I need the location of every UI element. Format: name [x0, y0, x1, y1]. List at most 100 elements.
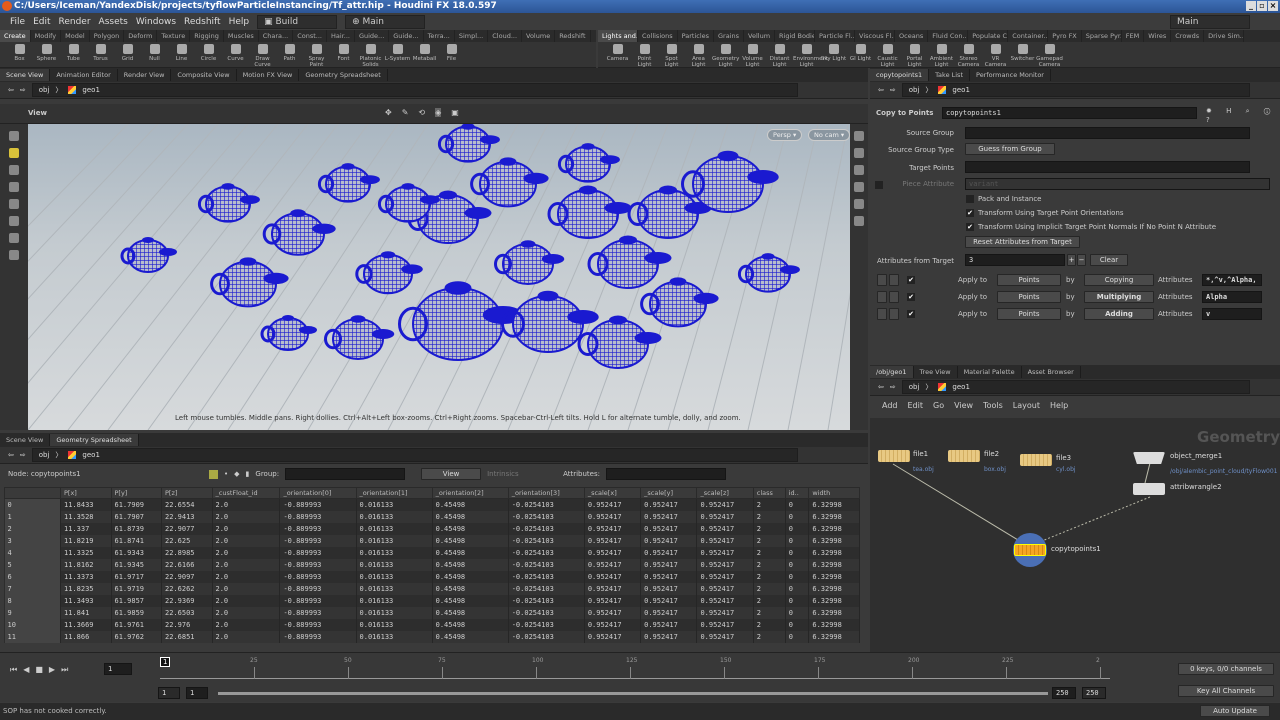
intrinsics-dropdown[interactable]: Intrinsics	[487, 470, 557, 478]
node-file1[interactable]	[878, 450, 910, 462]
zoom-icon[interactable]: ▣	[451, 108, 459, 117]
shelf-tool-torus[interactable]: Torus	[87, 42, 114, 68]
desktop-main-right[interactable]: Main	[1170, 14, 1250, 29]
tab-copytopoints1[interactable]: copytopoints1	[870, 69, 930, 81]
shelf-tab-pyro-fx[interactable]: Pyro FX	[1048, 30, 1082, 42]
stop-button[interactable]: ■	[35, 665, 43, 675]
scale-tool-icon[interactable]	[9, 182, 19, 192]
shelf-tab-drive-sim[interactable]: Drive Sim...	[1204, 30, 1245, 42]
column-header[interactable]: _orientation[2]	[431, 487, 509, 499]
back-icon[interactable]: ⇦	[8, 86, 14, 94]
apply-to-select[interactable]: Points	[997, 308, 1061, 320]
forward-icon[interactable]: ⇨	[890, 86, 896, 94]
shelf-tool-grid[interactable]: Grid	[114, 42, 141, 68]
shelf-tab-hair[interactable]: Hair...	[327, 30, 355, 42]
remove-rule-icon[interactable]	[877, 274, 887, 286]
piece-attribute-input[interactable]: variant	[965, 178, 1270, 190]
column-header[interactable]: width	[808, 487, 860, 499]
pose-tool-icon[interactable]	[9, 216, 19, 226]
shelf-tab-guide[interactable]: Guide...	[389, 30, 424, 42]
shelf-tab-wires[interactable]: Wires	[1144, 30, 1172, 42]
menu-assets[interactable]: Assets	[99, 17, 128, 27]
shelf-tool-geometry-light[interactable]: Geometry Light	[712, 42, 739, 68]
table-row[interactable]: 7 11.8235 61.9719 22.6262 2.0 -0.889993 0.0161…	[4, 582, 860, 595]
shelf-tab-particles[interactable]: Particles	[678, 30, 715, 42]
table-row[interactable]: 10 11.3669 61.9761 22.976 2.0 -0.889993 0.0161…	[4, 618, 860, 631]
reset-attributes-button[interactable]: Reset Attributes from Target	[965, 236, 1080, 248]
column-header[interactable]	[4, 487, 61, 499]
pan-icon[interactable]: ✎	[402, 108, 409, 117]
camera-icon[interactable]	[854, 199, 864, 209]
back-icon[interactable]: ⇦	[878, 86, 884, 94]
shelf-tool-circle[interactable]: Circle	[195, 42, 222, 68]
path-geo[interactable]: geo1	[952, 86, 970, 94]
shelf-tab-modify[interactable]: Modify	[31, 30, 62, 42]
shelf-tool-box[interactable]: Box	[6, 42, 33, 68]
camera-menu[interactable]: No cam ▾	[808, 129, 851, 141]
add-rule-button[interactable]: +	[1067, 254, 1076, 266]
attributes-input[interactable]	[605, 468, 726, 480]
rule-enable-checkbox[interactable]: ✔	[907, 310, 915, 318]
rotate-tool-icon[interactable]	[9, 165, 19, 175]
shelf-tool-camera[interactable]: Camera	[604, 42, 631, 68]
minimize-button[interactable]: _	[1246, 1, 1256, 11]
current-frame-input[interactable]: 1	[104, 663, 132, 675]
back-icon[interactable]: ⇦	[8, 451, 14, 459]
shelf-tab-viscous-fl[interactable]: Viscous Fl...	[855, 30, 896, 42]
shelf-tab-crowds[interactable]: Crowds	[1171, 30, 1205, 42]
transform-normals-checkbox[interactable]: ✔	[966, 223, 974, 231]
shelf-tab-redshift[interactable]: Redshift	[555, 30, 591, 42]
table-row[interactable]: 8 11.3493 61.9857 22.9369 2.0 -0.889993 0.0161…	[4, 594, 860, 607]
shelf-tab-lights-and[interactable]: Lights and...	[598, 30, 638, 42]
column-header[interactable]: P[y]	[110, 487, 162, 499]
shelf-tool-portal-light[interactable]: Portal Light	[901, 42, 928, 68]
shelf-tool-distant-light[interactable]: Distant Light	[766, 42, 793, 68]
path-geo[interactable]: geo1	[82, 86, 100, 94]
path-obj[interactable]: obj	[39, 451, 50, 459]
shelf-tab-texture[interactable]: Texture	[157, 30, 191, 42]
remove-rule-icon[interactable]	[877, 308, 887, 320]
network-menu-edit[interactable]: Edit	[908, 401, 924, 410]
apply-to-select[interactable]: Points	[997, 291, 1061, 303]
move-rule-icon[interactable]	[889, 274, 899, 286]
step-back-button[interactable]: ◀	[23, 665, 29, 675]
column-header[interactable]: _scale[y]	[640, 487, 698, 499]
column-header[interactable]: _orientation[3]	[507, 487, 585, 499]
shelf-tab-simpl[interactable]: Simpl...	[455, 30, 489, 42]
shelf-tool-point-light[interactable]: Point Light	[631, 42, 658, 68]
shelf-tab-fem[interactable]: FEM	[1122, 30, 1145, 42]
path-geo[interactable]: geo1	[82, 451, 100, 459]
network-menu-add[interactable]: Add	[882, 401, 898, 410]
display-option-icon[interactable]	[854, 131, 864, 141]
tab-asset-browser[interactable]: Asset Browser	[1022, 366, 1081, 378]
column-header[interactable]: _orientation[0]	[279, 487, 357, 499]
rule-enable-checkbox[interactable]: ✔	[907, 276, 915, 284]
tab-render-view[interactable]: Render View	[118, 69, 172, 81]
tab-take-list[interactable]: Take List	[929, 69, 970, 81]
shelf-tool-null[interactable]: Null	[141, 42, 168, 68]
shelf-tab-fluid-con[interactable]: Fluid Con...	[928, 30, 969, 42]
pack-instance-checkbox[interactable]	[966, 195, 974, 203]
shelf-tool-area-light[interactable]: Area Light	[685, 42, 712, 68]
start-frame-input[interactable]: 1	[158, 687, 180, 699]
tab-scene-view[interactable]: Scene View	[0, 434, 51, 446]
source-group-input[interactable]	[965, 127, 1250, 139]
shelf-tool-volume-light[interactable]: Volume Light	[739, 42, 766, 68]
forward-icon[interactable]: ⇨	[890, 383, 896, 391]
shelf-tool-switcher[interactable]: Switcher	[1009, 42, 1036, 68]
shelf-tool-caustic-light[interactable]: Caustic Light	[874, 42, 901, 68]
apply-to-select[interactable]: Points	[997, 274, 1061, 286]
rule-enable-checkbox[interactable]: ✔	[907, 293, 915, 301]
network-menu-help[interactable]: Help	[1050, 401, 1068, 410]
shelf-tab-terra[interactable]: Terra...	[424, 30, 455, 42]
path-obj[interactable]: obj	[39, 86, 50, 94]
shelf-tool-gi-light[interactable]: GI Light	[847, 42, 874, 68]
shelf-tool-platonic-solids[interactable]: Platonic Solids	[357, 42, 384, 68]
group-input[interactable]	[285, 468, 406, 480]
forward-icon[interactable]: ⇨	[20, 86, 26, 94]
shelf-tool-sky-light[interactable]: Sky Light	[820, 42, 847, 68]
table-row[interactable]: 2 11.337 61.8739 22.9077 2.0 -0.889993 0.01613…	[4, 522, 860, 535]
tab--obj-geo1[interactable]: /obj/geo1	[870, 366, 914, 378]
shelf-tab-cloud[interactable]: Cloud...	[488, 30, 523, 42]
shelf-tab-deform[interactable]: Deform	[124, 30, 158, 42]
